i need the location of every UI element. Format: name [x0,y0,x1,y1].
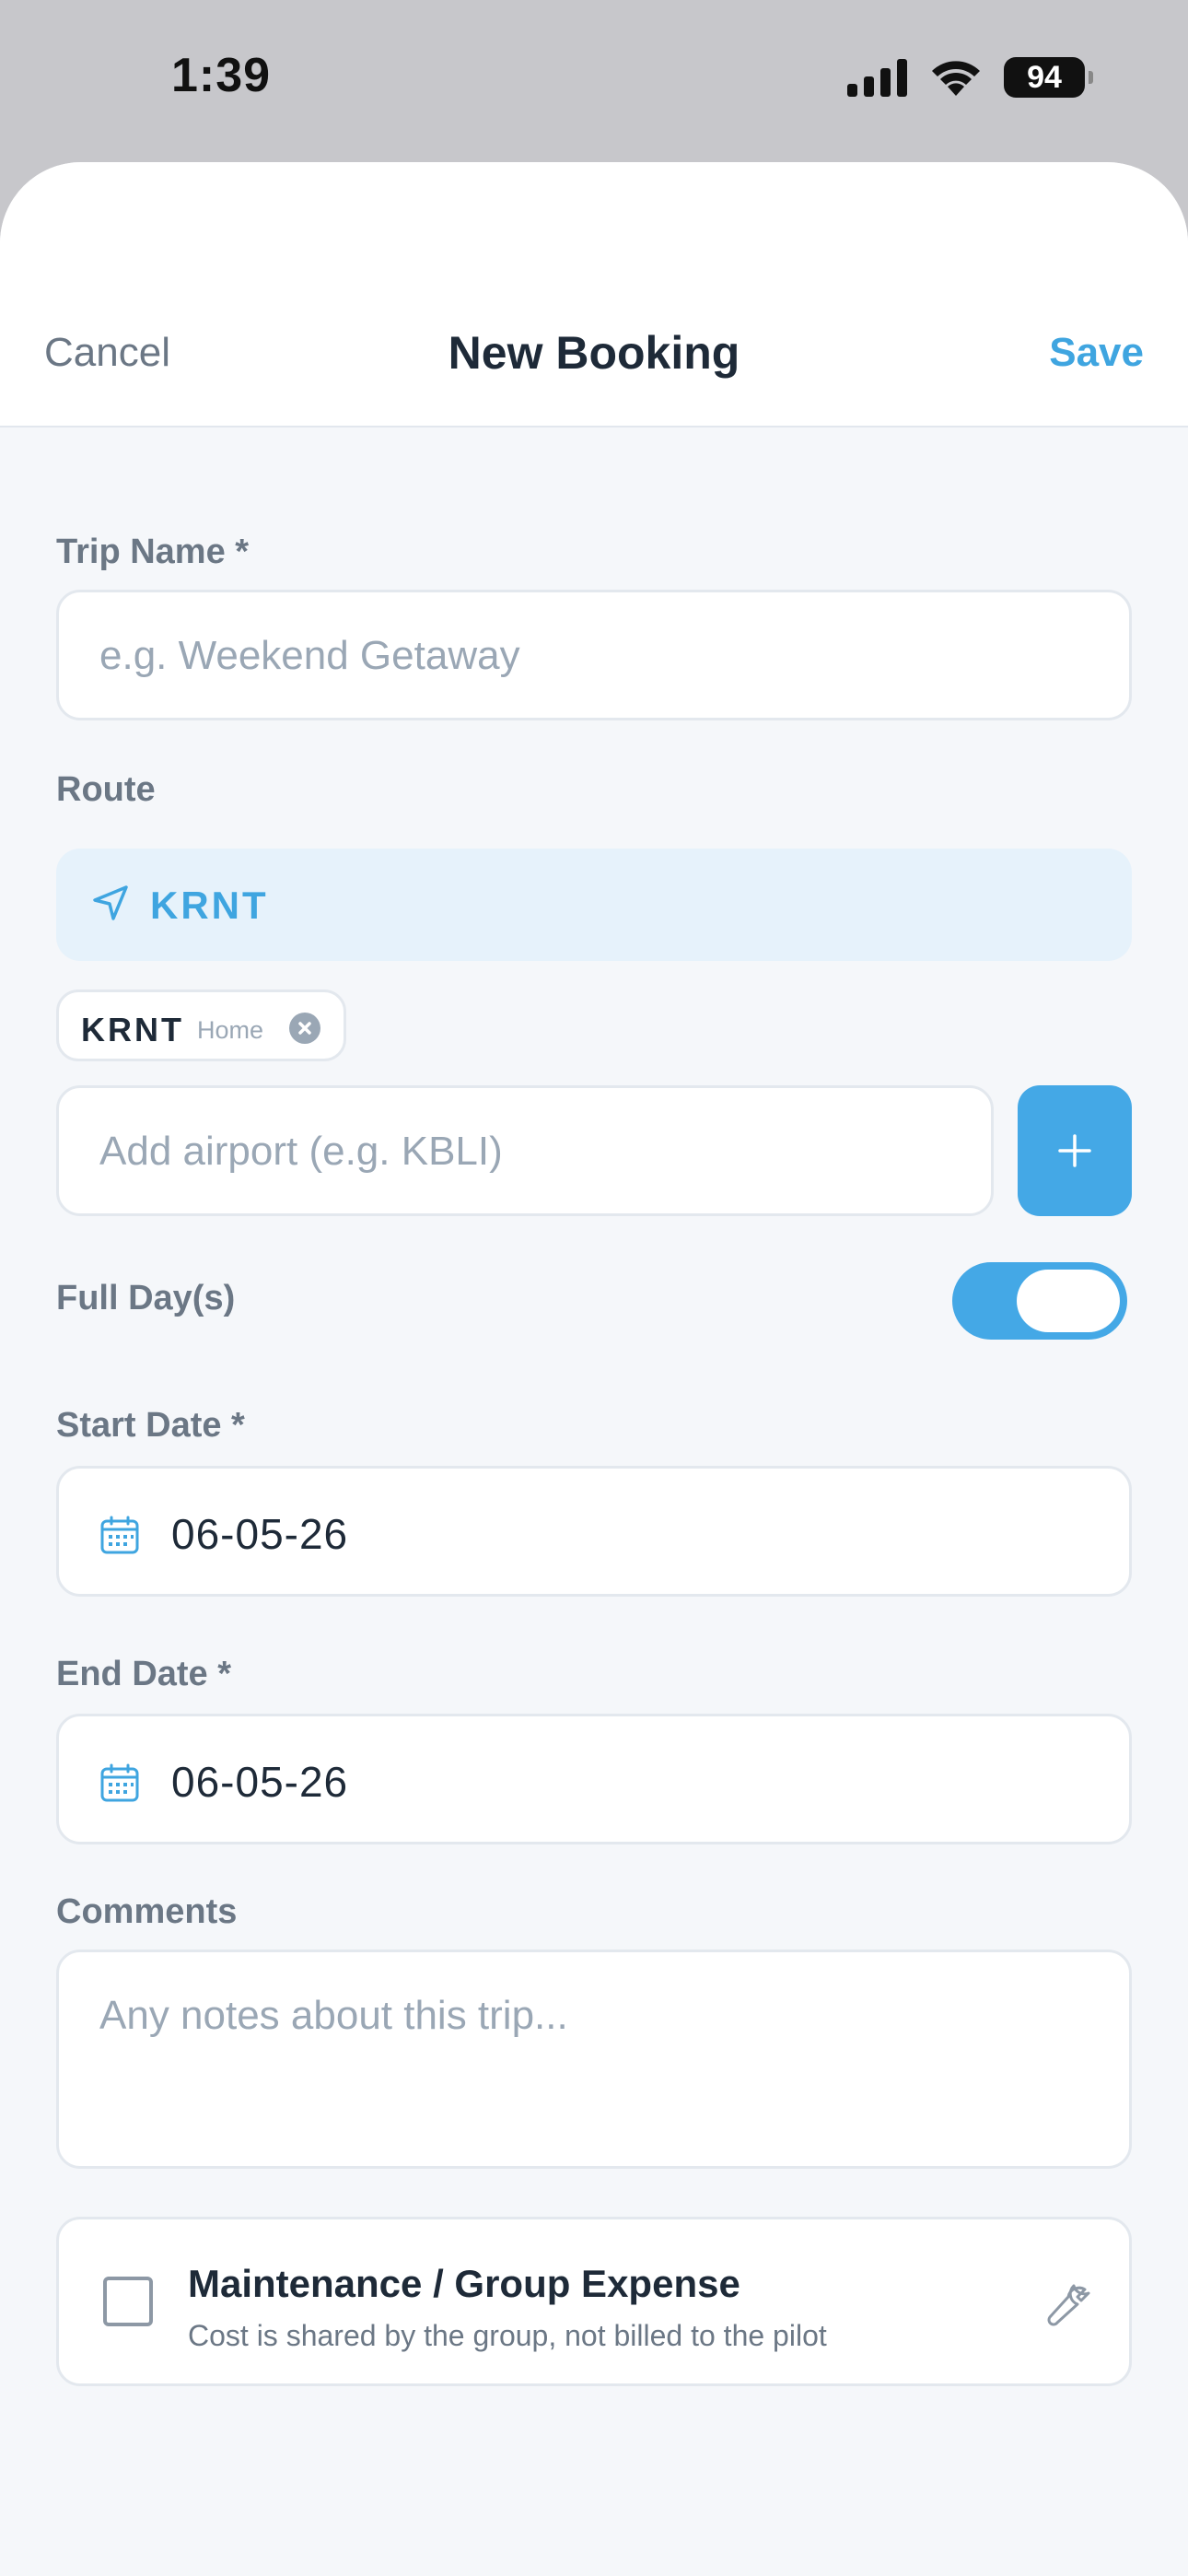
start-date-label: Start Date * [56,1406,245,1445]
sheet-header: Cancel New Booking Save [0,162,1188,427]
full-day-label: Full Day(s) [56,1279,236,1317]
battery-indicator: 94 [1004,57,1093,98]
trip-name-placeholder: e.g. Weekend Getaway [99,633,520,678]
maintenance-subtitle: Cost is shared by the group, not billed … [188,2319,827,2352]
route-summary-text: KRNT [150,884,269,927]
maintenance-option[interactable]: Maintenance / Group Expense Cost is shar… [56,2217,1132,2386]
save-button[interactable]: Save [1049,330,1144,376]
navigation-arrow-icon [93,885,128,920]
trip-name-input[interactable]: e.g. Weekend Getaway [56,590,1132,720]
comments-placeholder: Any notes about this trip... [99,1993,568,2038]
plus-icon [1058,1134,1091,1167]
cancel-button[interactable]: Cancel [44,330,170,376]
status-bar: 1:39 94 [0,0,1188,162]
calendar-icon [100,1516,139,1554]
calendar-icon [100,1763,139,1802]
airport-chip-tag: Home [197,1016,264,1044]
route-label: Route [56,770,156,809]
maintenance-title: Maintenance / Group Expense [188,2262,740,2305]
trip-name-label: Trip Name * [56,533,250,571]
start-date-value: 06-05-26 [171,1510,349,1558]
maintenance-checkbox[interactable] [103,2277,153,2326]
page-title: New Booking [448,327,740,379]
remove-airport-icon[interactable] [289,1013,320,1044]
start-date-field[interactable]: 06-05-26 [56,1466,1132,1597]
comments-label: Comments [56,1892,238,1931]
wifi-icon [932,61,980,96]
status-time: 1:39 [171,49,272,102]
airport-chip-code: KRNT [81,1011,184,1048]
full-day-toggle[interactable] [952,1262,1127,1340]
wrench-icon [1047,2284,1090,2326]
booking-sheet: Cancel New Booking Save Trip Name * e.g.… [0,162,1188,2576]
route-summary: KRNT [56,849,1132,961]
add-airport-input[interactable]: Add airport (e.g. KBLI) [56,1085,994,1216]
add-airport-button[interactable] [1018,1085,1132,1216]
status-icons: 94 [847,57,1093,98]
add-airport-placeholder: Add airport (e.g. KBLI) [99,1129,503,1174]
airport-chip: KRNT Home [56,989,346,1061]
toggle-knob [1017,1270,1120,1332]
end-date-value: 06-05-26 [171,1758,349,1806]
comments-textarea[interactable]: Any notes about this trip... [56,1950,1132,2169]
end-date-field[interactable]: 06-05-26 [56,1714,1132,1844]
end-date-label: End Date * [56,1655,232,1693]
cellular-signal-icon [847,59,907,97]
